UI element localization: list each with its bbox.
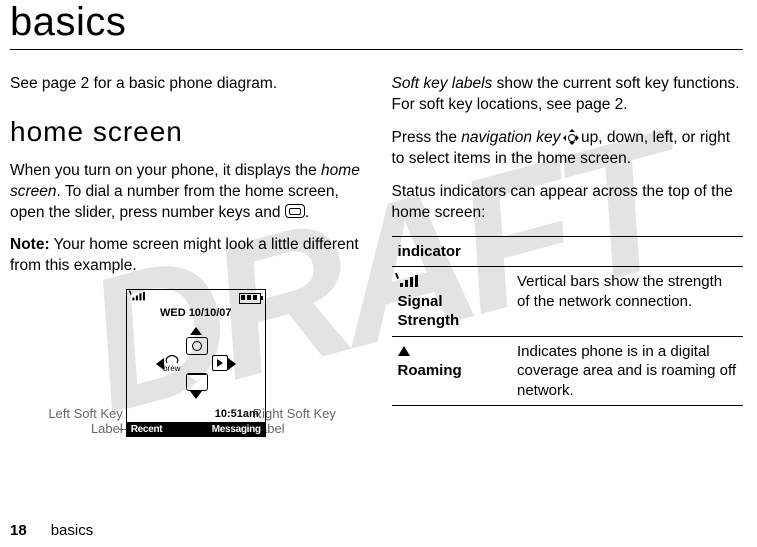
indicator-desc: Indicates phone is in a digital coverage… — [511, 336, 743, 406]
home-screen-desc: When you turn on your phone, it displays… — [10, 161, 362, 224]
text-italic: Soft key labels — [392, 75, 493, 92]
battery-icon — [239, 293, 261, 304]
table-header-row: indicator — [392, 236, 744, 267]
indicator-name: Signal Strength — [398, 293, 460, 330]
softkey-right-label: Messaging — [212, 423, 261, 437]
phone-diagram: Left Soft Key Label Right Soft Key Label… — [31, 289, 341, 454]
signal-icon — [131, 292, 146, 300]
left-column: See page 2 for a basic phone diagram. ho… — [10, 74, 362, 454]
table-row: Signal Strength Vertical bars show the s… — [392, 267, 744, 337]
softkey-desc: Soft key labels show the current soft ke… — [392, 74, 744, 116]
brew-label: brew — [163, 364, 180, 373]
table-row: Roaming Indicates phone is in a digital … — [392, 336, 744, 406]
callout-line1: Left Soft Key — [48, 406, 122, 421]
right-column: Soft key labels show the current soft ke… — [392, 74, 744, 454]
right-softkey-callout: Right Soft Key Label — [253, 407, 341, 437]
signal-strength-icon — [398, 275, 420, 287]
title-rule — [10, 49, 743, 50]
note-label: Note: — [10, 236, 50, 253]
send-key-icon — [285, 204, 305, 218]
text-italic: navigation key — [461, 129, 560, 146]
page-number: 18 — [10, 522, 27, 539]
status-intro: Status indicators can appear across the … — [392, 182, 744, 224]
home-screen-heading: home screen — [10, 113, 362, 151]
indicator-desc: Vertical bars show the strength of the n… — [511, 267, 743, 337]
indicator-name: Roaming — [398, 362, 462, 379]
page-title: basics — [10, 0, 743, 45]
note-text: Note: Your home screen might look a litt… — [10, 235, 362, 277]
phone-screen: WED 10/10/07 brew 10:51am Recent — [126, 289, 266, 437]
softkey-left-label: Recent — [131, 423, 163, 437]
page-footer: 18 basics — [10, 522, 93, 539]
roaming-icon — [398, 346, 410, 356]
phone-softkey-bar: Recent Messaging — [127, 422, 265, 436]
text: When you turn on your phone, it displays… — [10, 162, 321, 179]
mail-icon — [186, 373, 208, 391]
nav-key-icon — [565, 131, 577, 143]
phone-date: WED 10/10/07 — [127, 306, 265, 321]
text: . — [305, 204, 309, 221]
phone-navpad: brew — [156, 327, 236, 399]
indicator-header: indicator — [392, 236, 744, 267]
phone-status-bar — [127, 290, 265, 304]
camera-icon — [186, 337, 208, 355]
phone-time: 10:51am — [215, 407, 259, 422]
indicator-table: indicator Signal Strength Vertical bars … — [392, 236, 744, 407]
left-softkey-callout: Left Soft Key Label — [31, 407, 123, 437]
footer-section: basics — [51, 522, 94, 539]
brew-icon: brew — [162, 355, 182, 371]
intro-text: See page 2 for a basic phone diagram. — [10, 74, 362, 95]
media-icon — [210, 355, 230, 371]
note-body: Your home screen might look a little dif… — [10, 236, 359, 274]
navkey-desc: Press the navigation key up, down, left,… — [392, 128, 744, 170]
text: Press the — [392, 129, 462, 146]
